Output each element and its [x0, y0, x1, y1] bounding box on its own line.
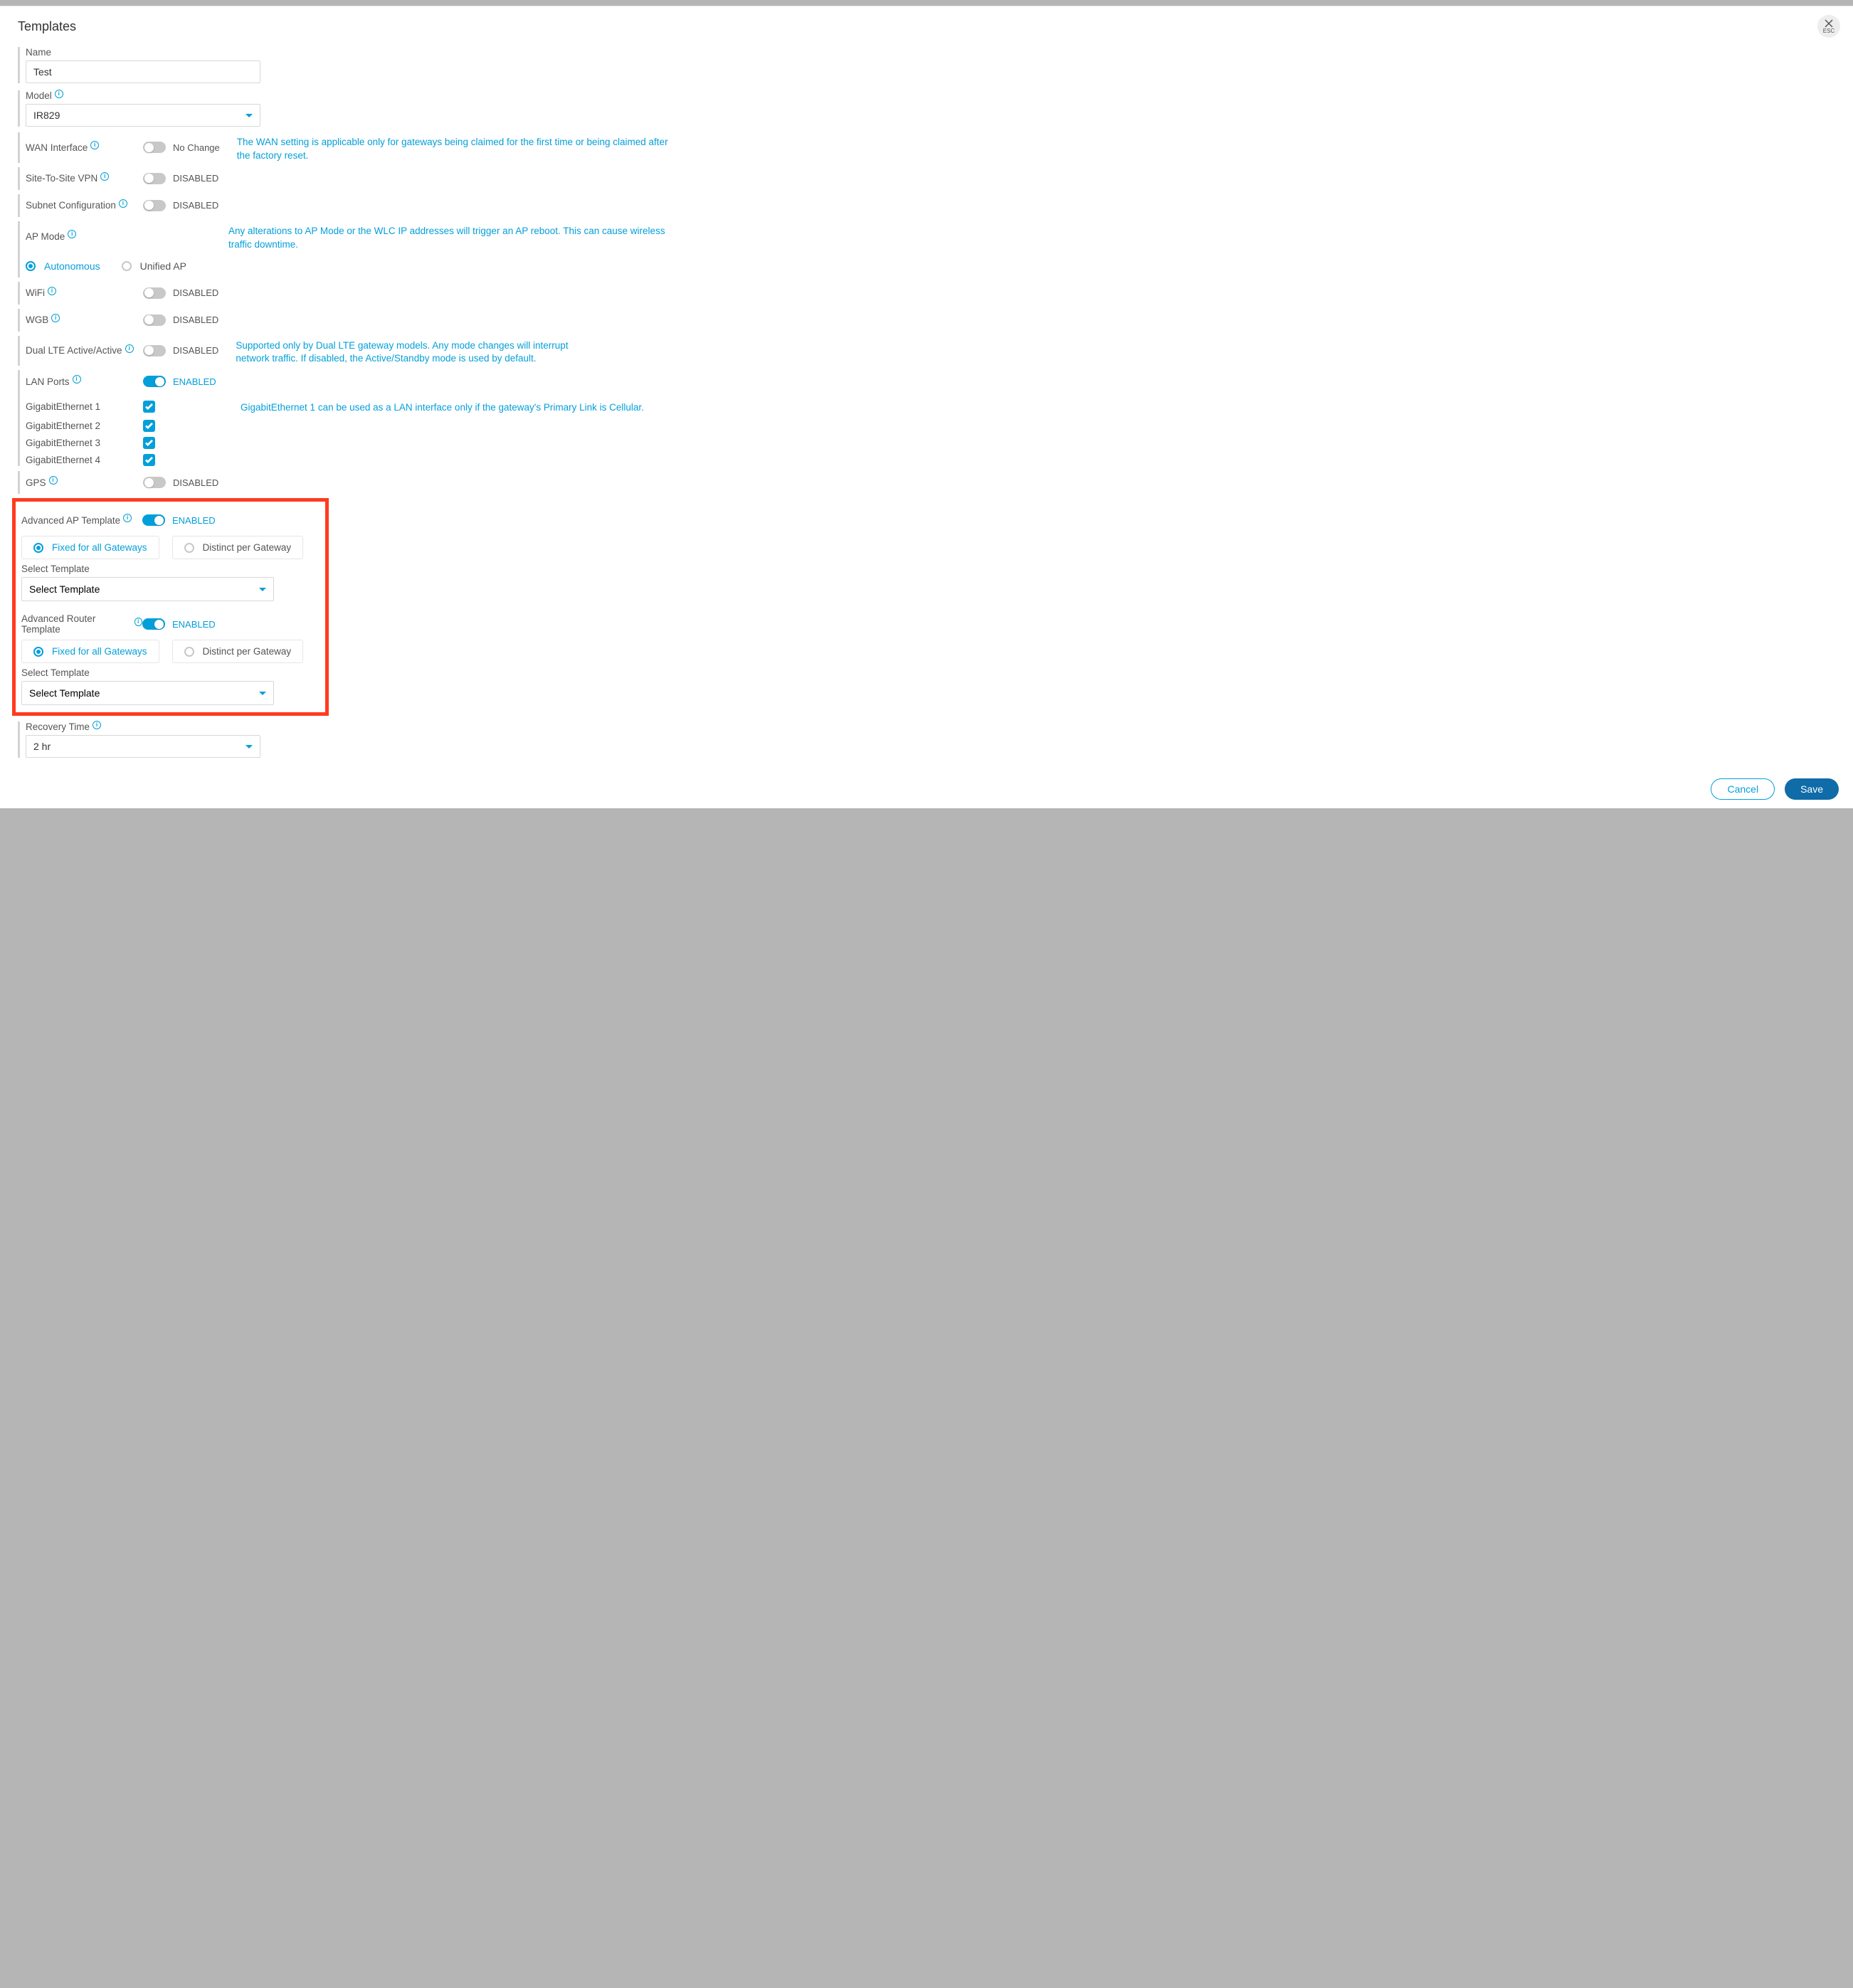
apmode-radio-unified[interactable]: Unified AP — [122, 260, 186, 272]
recovery-label: Recovery Timei — [26, 721, 1835, 732]
model-select[interactable]: IR829 — [26, 104, 260, 127]
ge1-checkbox[interactable] — [143, 401, 155, 413]
info-icon[interactable]: i — [73, 375, 81, 384]
gps-label: GPSi — [26, 477, 143, 488]
advrt-toggle-state: ENABLED — [172, 619, 216, 630]
ge3-checkbox[interactable] — [143, 437, 155, 449]
ge1-label: GigabitEthernet 1 — [26, 401, 143, 412]
name-label: Name — [26, 47, 1835, 58]
info-icon[interactable]: i — [100, 172, 109, 181]
advap-toggle[interactable] — [142, 514, 165, 526]
subnet-toggle[interactable] — [143, 200, 166, 211]
dual-toggle-state: DISABLED — [173, 345, 218, 356]
wgb-toggle-state: DISABLED — [173, 314, 218, 325]
cancel-button[interactable]: Cancel — [1711, 778, 1775, 800]
s2s-toggle-state: DISABLED — [173, 173, 218, 184]
advap-select-label: Select Template — [21, 564, 320, 574]
info-icon[interactable]: i — [48, 287, 56, 295]
s2s-label: Site-To-Site VPNi — [26, 173, 143, 184]
lan-label: LAN Portsi — [26, 376, 143, 387]
info-icon[interactable]: i — [51, 314, 60, 322]
ge1-note: GigabitEthernet 1 can be used as a LAN i… — [241, 398, 644, 415]
ge3-label: GigabitEthernet 3 — [26, 438, 143, 448]
page-title: Templates — [18, 19, 1835, 34]
s2s-toggle[interactable] — [143, 173, 166, 184]
subnet-toggle-state: DISABLED — [173, 200, 218, 211]
close-icon — [1825, 19, 1833, 28]
dual-note: Supported only by Dual LTE gateway model… — [236, 336, 598, 366]
gps-toggle[interactable] — [143, 477, 166, 488]
advrt-toggle[interactable] — [142, 618, 165, 630]
templates-modal: ESC Templates Name Modeli IR829 WAN Inte… — [0, 6, 1853, 808]
gps-toggle-state: DISABLED — [173, 477, 218, 488]
advap-radio-fixed[interactable]: Fixed for all Gateways — [21, 536, 159, 559]
recovery-select[interactable]: 2 hr — [26, 735, 260, 758]
wan-note: The WAN setting is applicable only for g… — [237, 132, 678, 163]
save-button[interactable]: Save — [1785, 778, 1839, 800]
info-icon[interactable]: i — [90, 141, 99, 149]
info-icon[interactable]: i — [134, 618, 143, 626]
advrt-radio-fixed[interactable]: Fixed for all Gateways — [21, 640, 159, 663]
ge4-label: GigabitEthernet 4 — [26, 455, 143, 465]
info-icon[interactable]: i — [49, 476, 58, 485]
lan-toggle-state: ENABLED — [173, 376, 216, 387]
advanced-templates-highlight: Advanced AP Templatei ENABLED Fixed for … — [12, 498, 329, 716]
advrt-select-label: Select Template — [21, 667, 320, 678]
info-icon[interactable]: i — [93, 721, 101, 729]
dual-toggle[interactable] — [143, 345, 166, 356]
apmode-label: AP Modei — [26, 231, 143, 242]
apmode-note: Any alterations to AP Mode or the WLC IP… — [228, 221, 670, 252]
advrt-label: Advanced Router Templatei — [21, 613, 142, 635]
advrt-select[interactable]: Select Template — [21, 681, 274, 705]
advap-label: Advanced AP Templatei — [21, 515, 142, 526]
wifi-toggle[interactable] — [143, 287, 166, 299]
info-icon[interactable]: i — [119, 199, 127, 208]
wgb-label: WGBi — [26, 314, 143, 325]
advap-select[interactable]: Select Template — [21, 577, 274, 601]
name-input[interactable] — [26, 60, 260, 83]
advap-radio-distinct[interactable]: Distinct per Gateway — [172, 536, 304, 559]
subnet-label: Subnet Configurationi — [26, 200, 143, 211]
close-label: ESC — [1823, 28, 1834, 34]
wan-toggle-state: No Change — [173, 142, 220, 153]
dual-label: Dual LTE Active/Activei — [26, 345, 143, 356]
wan-toggle[interactable] — [143, 142, 166, 153]
ge2-checkbox[interactable] — [143, 420, 155, 432]
chevron-down-icon — [259, 692, 266, 695]
lan-toggle[interactable] — [143, 376, 166, 387]
apmode-radio-autonomous[interactable]: Autonomous — [26, 260, 100, 272]
chevron-down-icon — [246, 114, 253, 117]
ge4-checkbox[interactable] — [143, 454, 155, 466]
advap-toggle-state: ENABLED — [172, 515, 216, 526]
info-icon[interactable]: i — [55, 90, 63, 98]
model-label: Modeli — [26, 90, 1835, 101]
wifi-toggle-state: DISABLED — [173, 287, 218, 298]
info-icon[interactable]: i — [68, 230, 76, 238]
chevron-down-icon — [259, 588, 266, 591]
wan-label: WAN Interfacei — [26, 142, 143, 153]
advrt-radio-distinct[interactable]: Distinct per Gateway — [172, 640, 304, 663]
wifi-label: WiFii — [26, 287, 143, 298]
close-button[interactable]: ESC — [1817, 15, 1840, 38]
info-icon[interactable]: i — [125, 344, 134, 353]
ge2-label: GigabitEthernet 2 — [26, 421, 143, 431]
chevron-down-icon — [246, 745, 253, 749]
info-icon[interactable]: i — [123, 514, 132, 522]
wgb-toggle[interactable] — [143, 314, 166, 326]
